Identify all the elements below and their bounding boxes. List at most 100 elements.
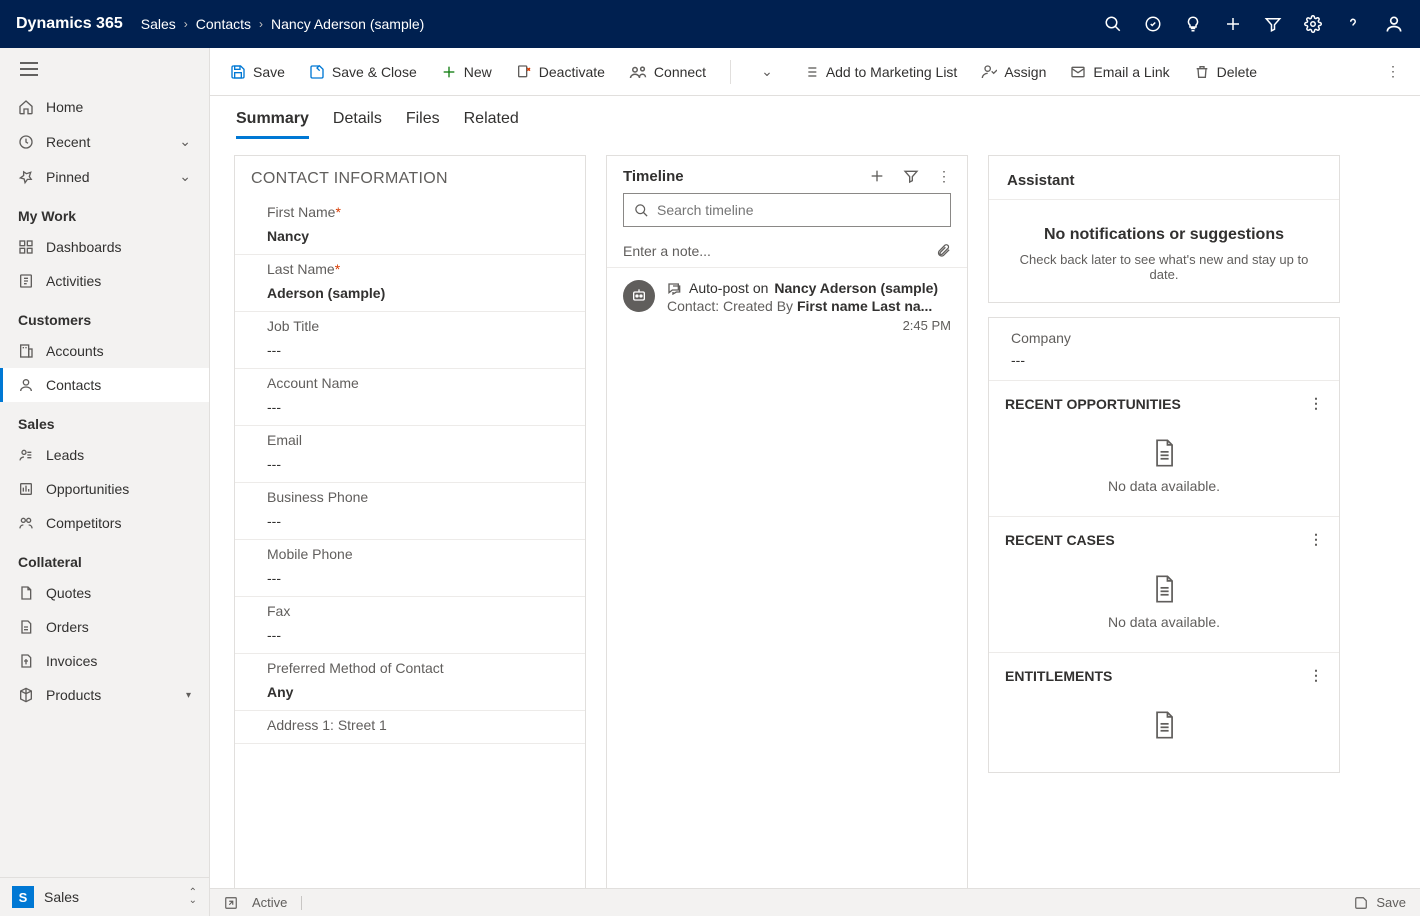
new-button[interactable]: New: [441, 64, 492, 80]
field-address-1-street-1[interactable]: Address 1: Street 1: [235, 711, 585, 744]
nav-competitors[interactable]: Competitors: [0, 506, 209, 540]
timeline-note-input[interactable]: Enter a note...: [607, 235, 967, 268]
save-close-button[interactable]: Save & Close: [309, 64, 417, 80]
deactivate-button[interactable]: Deactivate: [516, 64, 605, 80]
field-last-name[interactable]: Last Name*Aderson (sample): [235, 255, 585, 312]
sidebar: HomeRecent⌄Pinned⌄My WorkDashboardsActiv…: [0, 48, 210, 916]
account-icon: [18, 343, 34, 359]
nav-home[interactable]: Home: [0, 90, 209, 124]
assistant-card: Assistant No notifications or suggestion…: [988, 155, 1340, 303]
tab-details[interactable]: Details: [333, 110, 382, 139]
timeline-item-title-bold: Nancy Aderson (sample): [774, 280, 938, 296]
nav-recent[interactable]: Recent⌄: [0, 124, 209, 159]
field-value: ---: [267, 513, 569, 529]
breadcrumb-item[interactable]: Contacts: [196, 16, 251, 32]
sidebar-area-switcher[interactable]: S Sales ⌃⌄: [0, 877, 209, 916]
tab-files[interactable]: Files: [406, 110, 440, 139]
help-icon[interactable]: [1344, 15, 1362, 33]
nav-pinned[interactable]: Pinned⌄: [0, 159, 209, 194]
search-icon[interactable]: [1104, 15, 1122, 33]
nav-section-header: Collateral: [0, 540, 209, 576]
nav-label: Leads: [46, 447, 84, 463]
gear-icon[interactable]: [1304, 15, 1322, 33]
nav-opportunities[interactable]: Opportunities: [0, 472, 209, 506]
popout-icon[interactable]: [224, 896, 238, 910]
nav-section-header: Sales: [0, 402, 209, 438]
no-data-text: No data available.: [999, 478, 1329, 494]
invoices-icon: [18, 653, 34, 669]
breadcrumb-item[interactable]: Sales: [141, 16, 176, 32]
timeline-search[interactable]: [623, 193, 951, 227]
search-icon: [634, 203, 649, 218]
save-status-label[interactable]: Save: [1376, 895, 1406, 910]
field-first-name[interactable]: First Name* Nancy: [235, 198, 585, 255]
nav-leads[interactable]: Leads: [0, 438, 209, 472]
lightbulb-icon[interactable]: [1184, 15, 1202, 33]
attachment-icon[interactable]: [936, 243, 951, 259]
field-value: ---: [267, 342, 569, 358]
chevron-down-icon: ⌄: [179, 133, 191, 150]
task-flow-icon[interactable]: [1144, 15, 1162, 33]
company-value[interactable]: ---: [1011, 352, 1317, 368]
add-timeline-icon[interactable]: [869, 168, 885, 185]
more-icon[interactable]: ⋮: [1309, 395, 1323, 412]
field-value: Nancy: [267, 228, 569, 244]
delete-button[interactable]: Delete: [1194, 64, 1257, 80]
field-job-title[interactable]: Job Title---: [235, 312, 585, 369]
clock-icon: [18, 134, 34, 150]
caret-icon: ▾: [186, 690, 191, 701]
timeline-search-input[interactable]: [657, 202, 940, 218]
field-label: First Name*: [267, 204, 569, 220]
field-value: ---: [267, 456, 569, 472]
nav-invoices[interactable]: Invoices: [0, 644, 209, 678]
nav-accounts[interactable]: Accounts: [0, 334, 209, 368]
breadcrumb-item[interactable]: Nancy Aderson (sample): [271, 16, 424, 32]
field-email[interactable]: Email---: [235, 426, 585, 483]
tab-related[interactable]: Related: [464, 110, 519, 139]
more-timeline-icon[interactable]: ⋮: [937, 168, 951, 185]
competitors-icon: [18, 515, 34, 531]
connect-button[interactable]: Connect: [629, 64, 706, 80]
nav-products[interactable]: Products▾: [0, 678, 209, 712]
assign-button[interactable]: Assign: [981, 64, 1046, 80]
connect-dropdown[interactable]: ⌄: [755, 63, 779, 80]
user-icon[interactable]: [1384, 14, 1404, 34]
save-status-icon[interactable]: [1354, 896, 1368, 910]
section-title: RECENT OPPORTUNITIES: [1005, 396, 1181, 412]
nav-dashboards[interactable]: Dashboards: [0, 230, 209, 264]
area-badge: S: [12, 886, 34, 908]
plus-icon[interactable]: [1224, 15, 1242, 33]
field-account-name[interactable]: Account Name---: [235, 369, 585, 426]
more-icon[interactable]: ⋮: [1309, 667, 1323, 684]
nav-orders[interactable]: Orders: [0, 610, 209, 644]
more-commands-icon[interactable]: ⋮: [1386, 63, 1400, 80]
save-button[interactable]: Save: [230, 64, 285, 80]
timeline-item[interactable]: Auto-post on Nancy Aderson (sample) Cont…: [607, 268, 967, 345]
marketing-list-button[interactable]: Add to Marketing List: [803, 64, 958, 80]
separator: [730, 60, 731, 84]
field-mobile-phone[interactable]: Mobile Phone---: [235, 540, 585, 597]
more-icon[interactable]: ⋮: [1309, 531, 1323, 548]
main-content: Save Save & Close New Deactivate Connect…: [210, 48, 1420, 916]
field-fax[interactable]: Fax---: [235, 597, 585, 654]
field-label: Fax: [267, 603, 569, 619]
note-placeholder: Enter a note...: [623, 243, 711, 259]
hamburger-icon[interactable]: [0, 48, 209, 90]
no-data-text: No data available.: [999, 614, 1329, 630]
area-label: Sales: [44, 889, 79, 905]
nav-contacts[interactable]: Contacts: [0, 368, 209, 402]
nav-section-header: My Work: [0, 194, 209, 230]
filter-timeline-icon[interactable]: [903, 168, 919, 185]
nav-label: Opportunities: [46, 481, 129, 497]
timeline-item-line2-bold: First name Last na...: [797, 298, 932, 314]
nav-quotes[interactable]: Quotes: [0, 576, 209, 610]
email-link-button[interactable]: Email a Link: [1070, 64, 1169, 80]
field-business-phone[interactable]: Business Phone---: [235, 483, 585, 540]
filter-icon[interactable]: [1264, 15, 1282, 33]
app-title: Dynamics 365: [16, 15, 123, 33]
tab-summary[interactable]: Summary: [236, 110, 309, 139]
card-title: CONTACT INFORMATION: [235, 156, 585, 198]
save-icon: [230, 64, 246, 80]
field-preferred-method-of-contact[interactable]: Preferred Method of ContactAny: [235, 654, 585, 711]
nav-activities[interactable]: Activities: [0, 264, 209, 298]
